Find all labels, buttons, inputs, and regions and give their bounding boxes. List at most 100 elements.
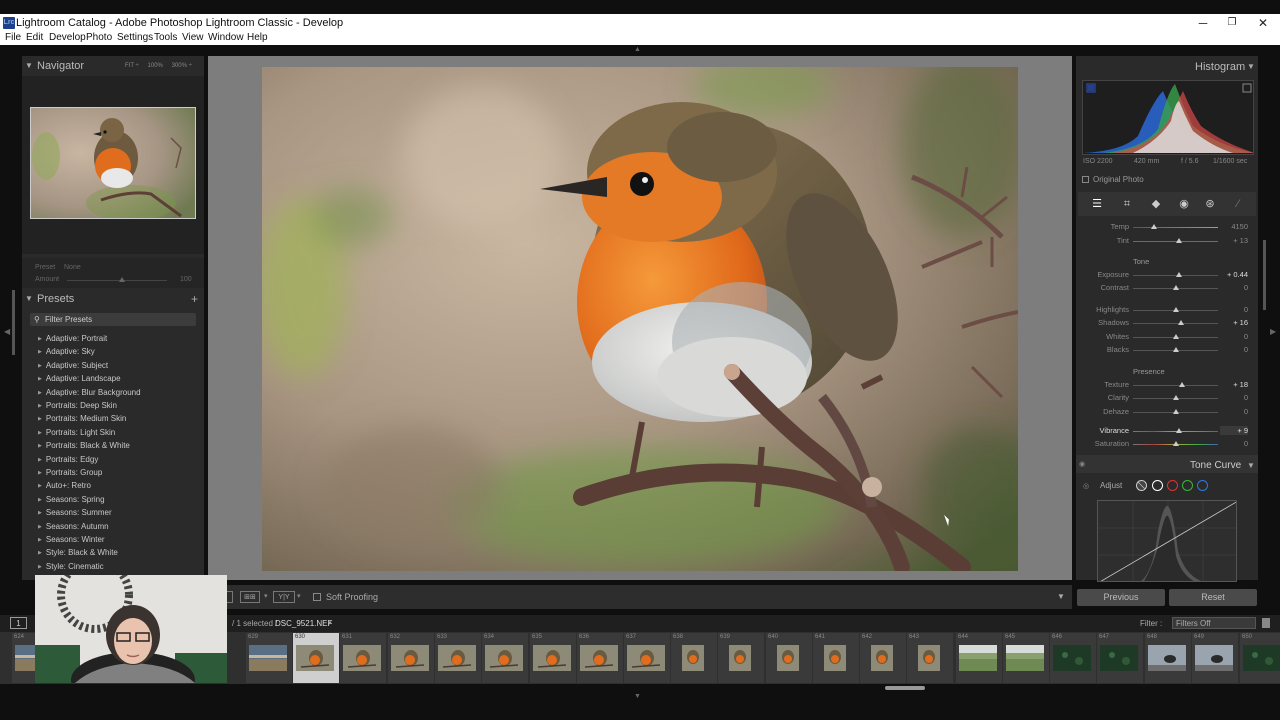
zoom-100[interactable]: 100% xyxy=(148,63,163,69)
vibrance-slider-knob[interactable] xyxy=(1175,428,1182,433)
filter-lock-icon[interactable] xyxy=(1262,618,1270,628)
filter-select[interactable]: Filters Off xyxy=(1172,617,1256,629)
preset-group-item[interactable]: Auto+: Retro xyxy=(38,481,91,490)
highlights-value[interactable]: 0 xyxy=(1220,305,1248,314)
menu-photo[interactable]: Photo xyxy=(86,32,112,43)
filter-presets-input[interactable]: ⚲ Filter Presets xyxy=(30,313,196,326)
filmstrip-frame[interactable]: 641 xyxy=(813,633,859,683)
preset-group-item[interactable]: Portraits: Black & White xyxy=(38,441,130,450)
highlights-slider-knob[interactable] xyxy=(1172,307,1179,312)
close-button[interactable]: ✕ xyxy=(1248,15,1278,31)
menu-tools[interactable]: Tools xyxy=(154,32,177,43)
whites-slider-knob[interactable] xyxy=(1172,334,1179,339)
filmstrip-frame[interactable]: 647 xyxy=(1097,633,1143,683)
preset-group-item[interactable]: Adaptive: Portrait xyxy=(38,334,107,343)
filmstrip-scrollbar[interactable] xyxy=(885,686,925,690)
shadows-slider-track[interactable] xyxy=(1133,323,1218,324)
menu-window[interactable]: Window xyxy=(208,32,244,43)
filmstrip-frame[interactable]: 629 xyxy=(246,633,292,683)
current-filename[interactable]: DSC_9521.NEF xyxy=(275,619,332,628)
preset-group-item[interactable]: Adaptive: Subject xyxy=(38,361,108,370)
whites-value[interactable]: 0 xyxy=(1220,332,1248,341)
toolbar-options-icon[interactable]: ▼ xyxy=(1057,592,1065,601)
temp-value[interactable]: 4150 xyxy=(1220,222,1248,231)
red-channel-icon[interactable] xyxy=(1167,480,1178,491)
compare-dropdown-icon[interactable]: ▾ xyxy=(297,592,301,600)
brush-icon[interactable]: ∕ xyxy=(1231,197,1245,211)
original-photo-toggle[interactable]: Original Photo xyxy=(1082,175,1144,184)
reset-button[interactable]: Reset xyxy=(1169,589,1257,606)
secondary-display-button[interactable]: 1 xyxy=(10,617,27,629)
menu-view[interactable]: View xyxy=(182,32,204,43)
tint-slider-knob[interactable] xyxy=(1175,238,1182,243)
clarity-slider-knob[interactable] xyxy=(1172,395,1179,400)
preset-group-item[interactable]: Style: Cinematic xyxy=(38,562,104,571)
tone-curve-eye-icon[interactable]: ◉ xyxy=(1079,460,1085,468)
contrast-value[interactable]: 0 xyxy=(1220,283,1248,292)
amount-slider-knob[interactable] xyxy=(119,277,125,282)
tone-curve-collapse-icon[interactable]: ▼ xyxy=(1247,461,1255,470)
preset-group-item[interactable]: Portraits: Medium Skin xyxy=(38,414,126,423)
shadows-value[interactable]: + 16 xyxy=(1220,318,1248,327)
menu-help[interactable]: Help xyxy=(247,32,268,43)
red-eye-icon[interactable]: ◉ xyxy=(1177,197,1191,211)
add-preset-button[interactable]: + xyxy=(191,292,198,306)
shadows-slider-knob[interactable] xyxy=(1178,320,1185,325)
preset-group-item[interactable]: Adaptive: Landscape xyxy=(38,374,121,383)
preset-group-item[interactable]: Portraits: Edgy xyxy=(38,455,98,464)
preset-group-item[interactable]: Seasons: Summer xyxy=(38,508,112,517)
temp-slider-track[interactable] xyxy=(1133,227,1218,228)
filmstrip-frame[interactable]: 635 xyxy=(530,633,576,683)
vibrance-value[interactable]: + 9 xyxy=(1220,426,1248,435)
menu-file[interactable]: File xyxy=(5,32,21,43)
green-channel-icon[interactable] xyxy=(1182,480,1193,491)
left-scrollbar[interactable] xyxy=(12,290,15,355)
edit-sliders-icon[interactable]: ☰ xyxy=(1090,197,1104,211)
menu-settings[interactable]: Settings xyxy=(117,32,153,43)
parametric-curve-icon[interactable] xyxy=(1136,480,1147,491)
compare-yy-button[interactable]: Y|Y xyxy=(273,591,295,603)
filmstrip-frame[interactable]: 644 xyxy=(956,633,1002,683)
filmstrip-frame[interactable]: 645 xyxy=(1003,633,1049,683)
clarity-value[interactable]: 0 xyxy=(1220,393,1248,402)
texture-slider-knob[interactable] xyxy=(1179,382,1186,387)
filmstrip-frame[interactable]: 630 xyxy=(293,633,339,683)
menu-develop[interactable]: Develop xyxy=(49,32,86,43)
preset-group-item[interactable]: Portraits: Group xyxy=(38,468,102,477)
dehaze-value[interactable]: 0 xyxy=(1220,407,1248,416)
filmstrip-frame[interactable]: 633 xyxy=(435,633,481,683)
preset-group-item[interactable]: Style: Black & White xyxy=(38,548,118,557)
original-photo-checkbox[interactable] xyxy=(1082,176,1089,183)
filmstrip-frame[interactable]: 636 xyxy=(577,633,623,683)
preset-group-item[interactable]: Adaptive: Sky xyxy=(38,347,95,356)
masking-icon[interactable]: ⊛ xyxy=(1203,197,1217,211)
filmstrip-frame[interactable]: 638 xyxy=(671,633,717,683)
filmstrip-frame[interactable]: 637 xyxy=(624,633,670,683)
bottom-panel-toggle-icon[interactable]: ▼ xyxy=(634,693,641,700)
blacks-slider-knob[interactable] xyxy=(1172,347,1179,352)
healing-icon[interactable]: ◆ xyxy=(1149,197,1163,211)
navigator-thumbnail[interactable] xyxy=(30,107,196,219)
histogram-collapse-icon[interactable]: ▼ xyxy=(1247,62,1255,71)
filmstrip-frame[interactable]: 632 xyxy=(388,633,434,683)
right-panel-toggle-icon[interactable]: ▶ xyxy=(1270,327,1276,336)
zoom-300[interactable]: 300% ÷ xyxy=(172,63,192,69)
saturation-value[interactable]: 0 xyxy=(1220,439,1248,448)
contrast-slider-knob[interactable] xyxy=(1172,285,1179,290)
preset-group-item[interactable]: Portraits: Light Skin xyxy=(38,428,115,437)
filmstrip-frame[interactable]: 639 xyxy=(718,633,764,683)
point-curve-rgb-icon[interactable] xyxy=(1152,480,1163,491)
filmstrip-frame[interactable]: 642 xyxy=(860,633,906,683)
texture-value[interactable]: + 18 xyxy=(1220,380,1248,389)
texture-slider-track[interactable] xyxy=(1133,385,1218,386)
preset-group-item[interactable]: Seasons: Spring xyxy=(38,495,105,504)
soft-proofing-checkbox[interactable] xyxy=(313,593,321,601)
left-panel-toggle-icon[interactable]: ◀ xyxy=(4,327,10,336)
filmstrip-frame[interactable]: 646 xyxy=(1050,633,1096,683)
navigator-collapse-icon[interactable]: ▼ xyxy=(25,61,33,70)
blue-channel-icon[interactable] xyxy=(1197,480,1208,491)
preset-group-item[interactable]: Portraits: Deep Skin xyxy=(38,401,117,410)
saturation-slider-knob[interactable] xyxy=(1172,441,1179,446)
filmstrip-frame[interactable]: 643 xyxy=(907,633,953,683)
maximize-button[interactable]: ❐ xyxy=(1217,15,1247,31)
